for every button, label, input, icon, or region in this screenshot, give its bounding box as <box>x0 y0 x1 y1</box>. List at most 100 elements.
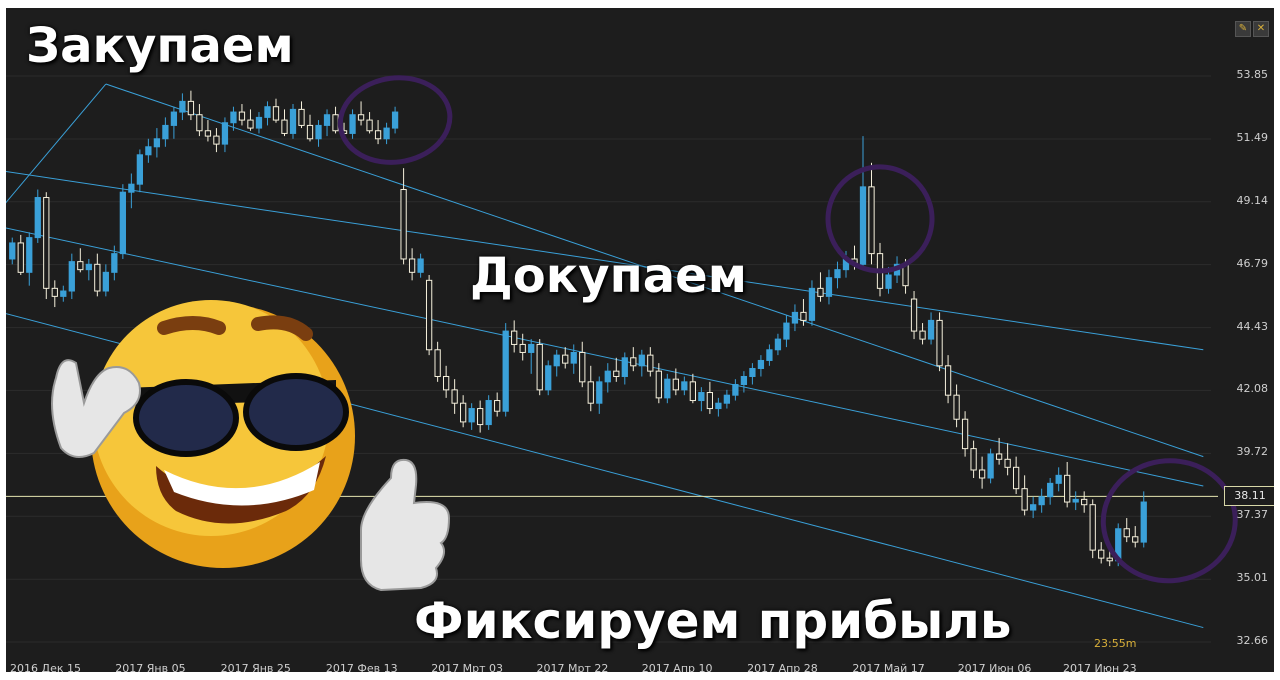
candle-bull <box>34 197 41 239</box>
candle-bear <box>494 400 501 412</box>
trend-channel-line <box>6 83 107 204</box>
candle-bear <box>306 124 314 140</box>
date-tick-label: 2017 Апр 28 <box>747 662 818 672</box>
price-tick-label: 32.66 <box>1236 634 1269 647</box>
candle-bull <box>323 114 331 126</box>
candle-bear <box>995 453 1003 460</box>
candle-bull <box>766 349 773 361</box>
date-tick-label: 2017 Янв 05 <box>115 662 186 672</box>
candle-bull <box>808 287 816 321</box>
candle-bull <box>170 111 178 126</box>
candle-bull <box>349 114 356 134</box>
candle-bull <box>621 357 628 377</box>
candle-bull <box>153 138 161 148</box>
candle-bear <box>94 263 101 292</box>
candle-bear <box>519 343 526 353</box>
candle-bear <box>204 130 212 137</box>
candle-bull <box>545 365 552 391</box>
candle-bull <box>128 183 135 193</box>
candle-bear <box>953 394 960 420</box>
candle-bear <box>817 287 824 297</box>
candle-bull <box>1140 501 1147 543</box>
candle-bull <box>740 375 748 386</box>
candle-bear <box>281 119 288 134</box>
candle-bear <box>434 349 441 377</box>
candle-bear <box>910 298 918 332</box>
candle-bull <box>485 400 492 426</box>
date-tick-label: 2017 Май 17 <box>852 662 925 672</box>
candle-bear <box>366 119 373 132</box>
candle-bull <box>783 322 790 340</box>
candle-bull <box>732 384 739 396</box>
candle-bear <box>961 418 969 450</box>
candle-bear <box>460 402 467 423</box>
date-tick-label: 2017 Мрт 22 <box>536 662 609 672</box>
resize-handle[interactable]: ⋮⋮ <box>1270 434 1274 456</box>
candle-bear <box>442 375 450 391</box>
candle-bear <box>579 351 586 383</box>
candle-bear <box>672 378 679 391</box>
price-tick-label: 46.79 <box>1236 256 1269 270</box>
pencil-icon[interactable]: ✎ <box>1235 21 1251 37</box>
candle-bear <box>706 392 714 410</box>
candle-bear <box>689 381 696 402</box>
candle-bull <box>1072 498 1079 503</box>
candle-bear <box>970 448 977 471</box>
candle-bull <box>749 367 756 377</box>
candle-bear <box>374 130 382 140</box>
candle-bear <box>562 354 569 364</box>
date-tick-label: 2017 Мрт 03 <box>431 662 504 672</box>
bar-timer: 23:55m <box>1094 637 1137 650</box>
candle-bear <box>357 114 365 121</box>
caption-buy: Закупаем <box>26 18 294 74</box>
candle-bear <box>1132 536 1139 543</box>
candle-bull <box>383 127 390 140</box>
date-tick-label: 2017 Янв 25 <box>220 662 291 672</box>
candle-bear <box>238 111 246 121</box>
candle-bear <box>77 261 84 271</box>
candle-bull <box>834 269 841 279</box>
price-tick-label: 37.37 <box>1236 508 1269 522</box>
candle-bear <box>936 319 943 367</box>
candle-bear <box>187 100 195 116</box>
candle-bull <box>791 311 799 324</box>
date-tick-label: 2017 Фев 13 <box>325 662 398 672</box>
candle-bull <box>391 111 399 129</box>
candle-bull <box>604 370 611 383</box>
candle-bear <box>630 357 637 367</box>
candle-bear <box>332 114 339 132</box>
candle-bull <box>26 237 33 273</box>
candle-bear <box>511 330 518 345</box>
highlight-circle <box>1100 458 1238 584</box>
candle-bear <box>1012 466 1020 490</box>
close-icon[interactable]: ✕ <box>1253 21 1269 37</box>
candle-bear <box>425 279 433 351</box>
candle-bull <box>885 274 892 289</box>
candle-bear <box>298 108 305 126</box>
candle-bull <box>774 338 782 351</box>
candle-bull <box>825 277 833 297</box>
candle-bull <box>230 111 237 124</box>
candle-bear <box>43 197 50 289</box>
candle-bear <box>451 389 458 404</box>
candle-bull <box>468 408 475 423</box>
candle-bull <box>264 106 271 118</box>
candle-bull <box>145 146 152 156</box>
candle-bear <box>51 287 58 297</box>
candle-bull <box>111 253 118 273</box>
candle-bull <box>119 191 126 255</box>
candle-bear <box>408 258 416 273</box>
price-tick-label: 35.01 <box>1236 571 1269 585</box>
candle-bull <box>757 359 765 369</box>
candle-bull <box>638 354 645 367</box>
candle-bull <box>1030 504 1037 511</box>
candle-bear <box>944 365 952 396</box>
candle-bear <box>1021 488 1028 511</box>
candle-bull <box>723 394 731 404</box>
candle-bear <box>655 370 662 399</box>
candle-bear <box>1064 474 1071 503</box>
candle-bear <box>647 354 654 372</box>
candle-bear <box>1123 528 1130 538</box>
caption-fix: Фиксируем прибыль <box>414 592 1012 650</box>
candle-bull <box>987 453 994 479</box>
